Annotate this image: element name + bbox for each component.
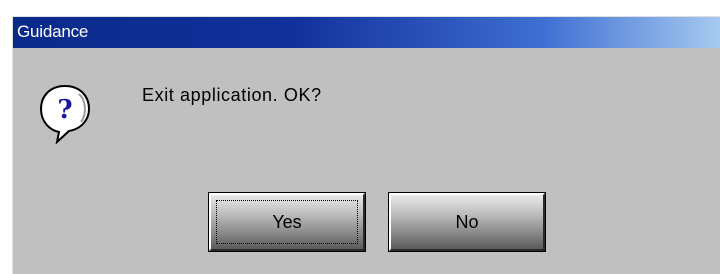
yes-button-label: Yes [272,211,302,232]
no-button[interactable]: No [388,192,546,252]
no-button-label: No [455,211,479,232]
yes-button[interactable]: Yes [208,192,366,252]
question-balloon-icon: ? [39,84,91,145]
title-bar[interactable]: Guidance [13,17,720,48]
window-title: Guidance [17,22,89,41]
svg-text:?: ? [57,95,72,125]
dialog-message: Exit application. OK? [142,85,322,105]
guidance-dialog: Guidance ? Exit application. OK? Yes No [12,16,720,274]
